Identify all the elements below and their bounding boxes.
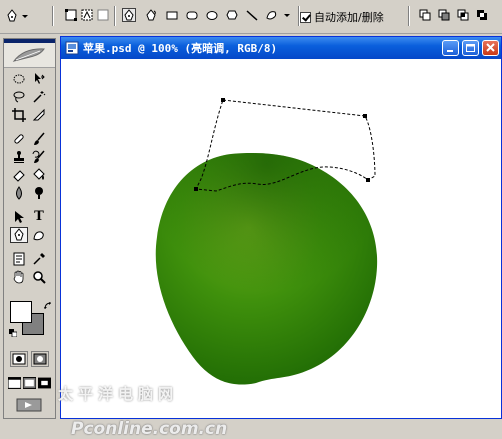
close-icon bbox=[486, 43, 495, 52]
full-screen-menu-mode-icon[interactable] bbox=[23, 375, 36, 391]
standard-mode-icon[interactable] bbox=[10, 351, 28, 367]
zoom-tool-icon[interactable] bbox=[30, 269, 48, 285]
feather-icon bbox=[12, 48, 45, 62]
marquee-tool-icon[interactable] bbox=[10, 71, 28, 87]
custom-shape-icon[interactable] bbox=[263, 8, 293, 22]
standard-screen-mode-icon[interactable] bbox=[8, 375, 21, 391]
maximize-button[interactable] bbox=[462, 40, 479, 56]
eraser-tool-icon[interactable] bbox=[10, 167, 28, 183]
default-colors-icon[interactable] bbox=[9, 327, 18, 338]
fill-pixels-icon[interactable] bbox=[96, 8, 110, 22]
crop-tool-icon[interactable] bbox=[10, 107, 28, 123]
eyedropper-tool-icon[interactable] bbox=[30, 251, 48, 267]
auto-add-delete-option[interactable]: 自动添加/删除 bbox=[300, 9, 384, 25]
watermark-subtext: 太平洋电脑网 bbox=[58, 385, 179, 403]
slice-tool-icon[interactable] bbox=[30, 107, 48, 123]
rounded-rectangle-shape-icon[interactable] bbox=[185, 8, 199, 22]
notes-tool-icon[interactable] bbox=[10, 251, 28, 267]
document-title: 苹果.psd @ 100% (亮暗调, RGB/8) bbox=[83, 42, 278, 55]
maximize-icon bbox=[466, 44, 475, 52]
foreground-color-swatch[interactable] bbox=[10, 301, 32, 323]
history-brush-tool-icon[interactable] bbox=[30, 149, 48, 165]
auto-add-delete-checkbox[interactable] bbox=[300, 11, 311, 23]
paths-icon[interactable] bbox=[80, 8, 94, 22]
watermark-text: Pconline.com.cn bbox=[71, 419, 228, 439]
path-selection-tool-icon[interactable] bbox=[10, 209, 28, 225]
magic-wand-tool-icon[interactable] bbox=[30, 89, 48, 105]
clone-stamp-tool-icon[interactable] bbox=[10, 149, 28, 165]
brush-tool-icon[interactable] bbox=[30, 131, 48, 147]
quick-mask-mode-icon[interactable] bbox=[31, 351, 49, 367]
healing-brush-tool-icon[interactable] bbox=[10, 131, 28, 147]
options-bar: 自动添加/删除 bbox=[0, 0, 502, 34]
close-button[interactable] bbox=[482, 40, 499, 56]
shape-layers-icon[interactable] bbox=[64, 8, 78, 22]
pen-tool-icon[interactable] bbox=[10, 227, 28, 243]
move-tool-icon[interactable] bbox=[30, 71, 48, 87]
tools-panel: T bbox=[3, 38, 56, 419]
ellipse-shape-icon[interactable] bbox=[205, 8, 219, 22]
type-tool-icon[interactable]: T bbox=[30, 209, 48, 225]
pen-tool-option-icon[interactable] bbox=[122, 8, 136, 22]
canvas[interactable]: Pconline.com.cn bbox=[61, 59, 501, 439]
rectangle-shape-icon[interactable] bbox=[165, 8, 179, 22]
photoshop-feather-logo[interactable] bbox=[4, 43, 55, 68]
custom-shape-tool-icon[interactable] bbox=[30, 227, 48, 243]
apple-artwork bbox=[155, 98, 378, 385]
full-screen-mode-icon[interactable] bbox=[38, 375, 51, 391]
polygon-shape-icon[interactable] bbox=[225, 8, 239, 22]
auto-add-delete-label: 自动添加/删除 bbox=[314, 11, 384, 24]
document-icon bbox=[65, 41, 79, 55]
document-titlebar[interactable]: 苹果.psd @ 100% (亮暗调, RGB/8) bbox=[61, 37, 501, 59]
document-window: 苹果.psd @ 100% (亮暗调, RGB/8) Pconline.com.… bbox=[60, 36, 502, 439]
lasso-tool-icon[interactable] bbox=[10, 89, 28, 105]
subtract-from-shape-area-icon[interactable] bbox=[437, 8, 451, 22]
minimize-icon bbox=[447, 50, 453, 52]
intersect-shape-areas-icon[interactable] bbox=[456, 8, 470, 22]
freeform-pen-icon[interactable] bbox=[144, 8, 158, 22]
hand-tool-icon[interactable] bbox=[10, 269, 28, 285]
pen-tool-preset-icon[interactable] bbox=[6, 8, 30, 22]
line-shape-icon[interactable] bbox=[245, 8, 259, 22]
exclude-overlapping-shape-areas-icon[interactable] bbox=[475, 8, 489, 22]
paint-bucket-tool-icon[interactable] bbox=[30, 167, 48, 183]
swap-colors-icon[interactable] bbox=[44, 301, 53, 310]
jump-to-imageready-icon[interactable] bbox=[14, 397, 44, 413]
minimize-button[interactable] bbox=[442, 40, 459, 56]
type-tool-glyph: T bbox=[34, 209, 44, 224]
blur-tool-icon[interactable] bbox=[10, 185, 28, 201]
add-to-shape-area-icon[interactable] bbox=[418, 8, 432, 22]
dodge-tool-icon[interactable] bbox=[30, 185, 48, 201]
